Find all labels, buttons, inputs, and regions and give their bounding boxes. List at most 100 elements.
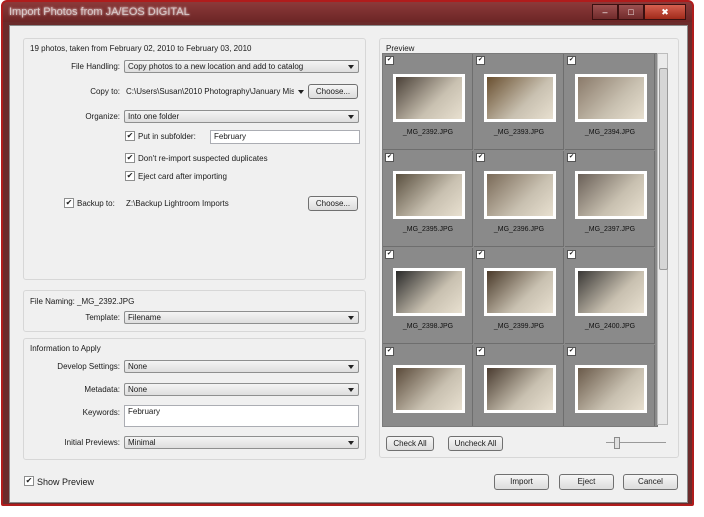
thumbnail-cell[interactable]: ✔ _MG_2399.JPG: [474, 248, 564, 344]
thumbnail-filename: _MG_2399.JPG: [493, 323, 545, 330]
thumbnail-checkbox[interactable]: ✔: [476, 347, 485, 356]
initial-previews-value: Minimal: [128, 438, 156, 447]
template-value: Filename: [128, 313, 161, 322]
develop-settings-value: None: [128, 362, 148, 371]
thumbnail-filename: _MG_2392.JPG: [402, 129, 454, 136]
put-in-subfolder-checkbox[interactable]: ✔: [125, 131, 135, 141]
thumbnail-checkbox[interactable]: ✔: [385, 56, 394, 65]
file-handling-dropdown[interactable]: Copy photos to a new location and add to…: [124, 60, 359, 73]
title-bar[interactable]: Import Photos from JA/EOS DIGITAL ‒ □ ✖: [3, 2, 692, 22]
photo-thumbnail[interactable]: [484, 171, 556, 219]
photo-thumbnail[interactable]: [393, 365, 465, 413]
eject-card-checkbox[interactable]: ✔: [125, 171, 135, 181]
dont-reimport-checkbox[interactable]: ✔: [125, 153, 135, 163]
photo-thumbnail[interactable]: [575, 171, 647, 219]
thumbnail-cell[interactable]: ✔ _MG_2395.JPG: [383, 151, 473, 247]
thumbnail-checkbox[interactable]: ✔: [476, 56, 485, 65]
maximize-button[interactable]: □: [618, 4, 644, 20]
thumbnail-checkbox[interactable]: ✔: [385, 153, 394, 162]
copy-to-choose-button[interactable]: Choose...: [308, 84, 358, 99]
thumbnail-cell[interactable]: ✔ _MG_2397.JPG: [565, 151, 655, 247]
metadata-value: None: [128, 385, 148, 394]
eject-button[interactable]: Eject: [559, 474, 614, 490]
thumbnail-checkbox[interactable]: ✔: [567, 347, 576, 356]
thumbnail-cell[interactable]: ✔ _MG_2396.JPG: [474, 151, 564, 247]
thumbnail-size-slider-handle[interactable]: [614, 437, 620, 449]
initial-previews-label: Initial Previews:: [64, 438, 120, 447]
thumbnail-checkbox[interactable]: ✔: [476, 153, 485, 162]
file-handling-value: Copy photos to a new location and add to…: [128, 62, 304, 71]
metadata-label: Metadata:: [84, 385, 120, 394]
file-handling-label: File Handling:: [71, 62, 120, 71]
show-preview-checkbox[interactable]: ✔: [24, 476, 34, 486]
photo-thumbnail[interactable]: [575, 74, 647, 122]
organize-value: Into one folder: [128, 112, 180, 121]
check-all-button[interactable]: Check All: [386, 436, 434, 451]
thumbnail-filename: _MG_2394.JPG: [584, 129, 636, 136]
photo-thumbnail[interactable]: [575, 365, 647, 413]
thumbnail-checkbox[interactable]: ✔: [385, 347, 394, 356]
template-dropdown[interactable]: Filename: [124, 311, 359, 324]
organize-label: Organize:: [85, 112, 120, 121]
thumbnail-checkbox[interactable]: ✔: [567, 250, 576, 259]
photo-thumbnail[interactable]: [484, 268, 556, 316]
eject-card-label: Eject card after importing: [138, 172, 227, 181]
copy-to-path[interactable]: C:\Users\Susan\2010 Photography\January …: [126, 87, 294, 96]
preview-scrollbar[interactable]: [657, 53, 668, 425]
thumbnail-checkbox[interactable]: ✔: [567, 56, 576, 65]
uncheck-all-button[interactable]: Uncheck All: [448, 436, 503, 451]
metadata-dropdown[interactable]: None: [124, 383, 359, 396]
thumbnail-cell[interactable]: ✔ _MG_2400.JPG: [565, 248, 655, 344]
thumbnail-filename: _MG_2393.JPG: [493, 129, 545, 136]
thumbnail-filename: _MG_2400.JPG: [584, 323, 636, 330]
develop-settings-label: Develop Settings:: [57, 362, 120, 371]
thumbnail-cell[interactable]: ✔: [383, 345, 473, 426]
photo-thumbnail[interactable]: [484, 365, 556, 413]
photo-thumbnail[interactable]: [393, 74, 465, 122]
keywords-field[interactable]: February: [124, 405, 359, 427]
organize-dropdown[interactable]: Into one folder: [124, 110, 359, 123]
chevron-down-icon: [348, 316, 354, 320]
chevron-down-icon: [348, 365, 354, 369]
chevron-down-icon: [348, 115, 354, 119]
window-controls: ‒ □ ✖: [592, 4, 686, 20]
backup-path: Z:\Backup Lightroom Imports: [126, 199, 229, 208]
close-button[interactable]: ✖: [644, 4, 686, 20]
thumbnail-cell[interactable]: ✔: [474, 345, 564, 426]
thumbnail-filename: _MG_2396.JPG: [493, 226, 545, 233]
thumbnail-cell[interactable]: ✔ _MG_2398.JPG: [383, 248, 473, 344]
photo-thumbnail[interactable]: [575, 268, 647, 316]
develop-settings-dropdown[interactable]: None: [124, 360, 359, 373]
thumbnail-cell[interactable]: ✔ _MG_2392.JPG: [383, 54, 473, 150]
chevron-down-icon[interactable]: [298, 90, 304, 94]
keywords-label: Keywords:: [82, 408, 120, 417]
photo-thumbnail[interactable]: [393, 171, 465, 219]
thumbnail-cell[interactable]: ✔: [565, 345, 655, 426]
import-button[interactable]: Import: [494, 474, 549, 490]
thumbnail-grid: ✔ _MG_2392.JPG ✔ _MG_2393.JPG ✔ _MG_2394.JPG ✔…: [382, 53, 658, 427]
photo-summary: 19 photos, taken from February 02, 2010 …: [30, 44, 252, 53]
thumbnail-checkbox[interactable]: ✔: [567, 153, 576, 162]
show-preview-label: Show Preview: [37, 477, 95, 487]
photo-thumbnail[interactable]: [393, 268, 465, 316]
backup-to-checkbox[interactable]: ✔: [64, 198, 74, 208]
thumbnail-checkbox[interactable]: ✔: [476, 250, 485, 259]
information-panel: Information to Apply Develop Settings: N…: [23, 338, 366, 460]
scrollbar-thumb[interactable]: [659, 68, 668, 270]
thumbnail-filename: _MG_2398.JPG: [402, 323, 454, 330]
backup-choose-button[interactable]: Choose...: [308, 196, 358, 211]
file-naming-panel: File Naming: _MG_2392.JPG Template: File…: [23, 290, 366, 332]
thumbnail-cell[interactable]: ✔ _MG_2393.JPG: [474, 54, 564, 150]
template-label: Template:: [85, 313, 120, 322]
file-naming-example: _MG_2392.JPG: [77, 297, 135, 306]
thumbnail-checkbox[interactable]: ✔: [385, 250, 394, 259]
cancel-button[interactable]: Cancel: [623, 474, 678, 490]
minimize-button[interactable]: ‒: [592, 4, 618, 20]
photo-thumbnail[interactable]: [484, 74, 556, 122]
subfolder-name-field[interactable]: February: [210, 130, 360, 144]
thumbnail-cell[interactable]: ✔ _MG_2394.JPG: [565, 54, 655, 150]
backup-to-label: Backup to:: [77, 199, 115, 208]
initial-previews-dropdown[interactable]: Minimal: [124, 436, 359, 449]
copy-to-label: Copy to:: [90, 87, 120, 96]
chevron-down-icon: [348, 441, 354, 445]
